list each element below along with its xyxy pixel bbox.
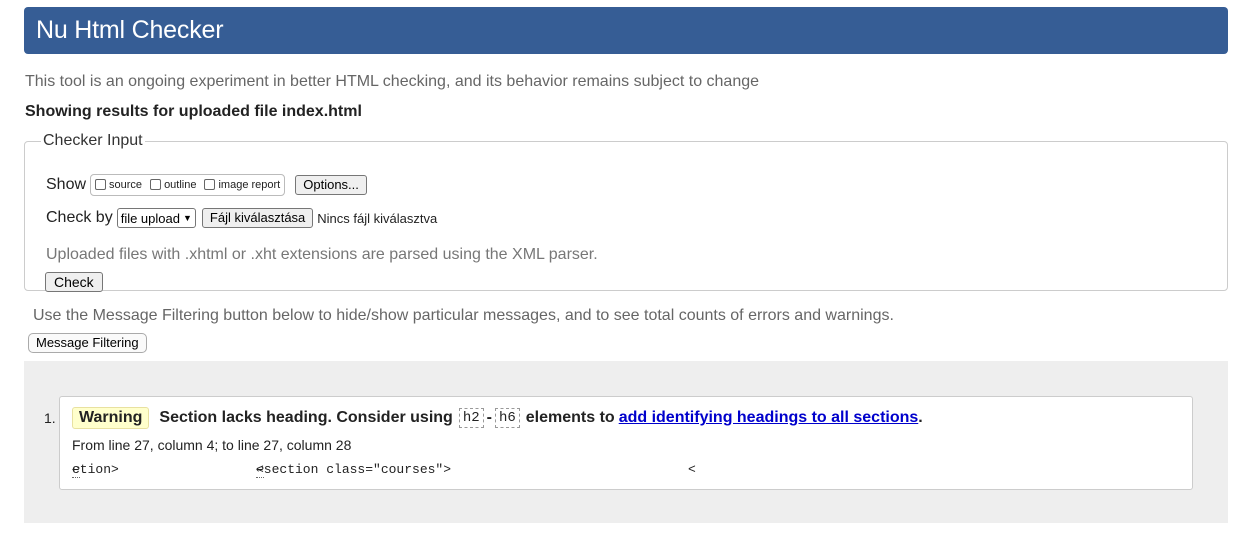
image-report-checkbox[interactable] xyxy=(204,178,216,190)
message-item: Warning Section lacks heading. Consider … xyxy=(59,396,1193,490)
message-text: Warning Section lacks heading. Consider … xyxy=(72,407,923,429)
return-icon: ↩ xyxy=(256,462,264,478)
element-dash: - xyxy=(486,409,492,426)
headings-help-link[interactable]: add identifying headings to all sections xyxy=(619,409,919,427)
results-panel: 1. Warning Section lacks heading. Consid… xyxy=(24,361,1228,523)
show-source-option[interactable]: source xyxy=(95,178,143,191)
message-text-after: elements to xyxy=(525,409,615,426)
code-extract: ction> ↩ <section class="courses"> ↩ < xyxy=(72,462,1172,482)
show-row: Show source outline image report Options… xyxy=(46,174,367,196)
show-label: Show xyxy=(46,176,87,193)
showing-results-heading: Showing results for uploaded file index.… xyxy=(25,103,362,120)
check-by-row: Check by file upload ▼ Fájl kiválasztása… xyxy=(46,208,437,228)
filter-note: Use the Message Filtering button below t… xyxy=(33,307,894,324)
choose-file-button[interactable]: Fájl kiválasztása xyxy=(201,208,314,228)
page-title: Nu Html Checker xyxy=(36,16,224,44)
chevron-down-icon: ▼ xyxy=(182,213,192,223)
outline-checkbox[interactable] xyxy=(150,178,162,190)
message-period: . xyxy=(918,409,923,426)
page-header: Nu Html Checker xyxy=(24,7,1228,54)
show-image-report-option[interactable]: image report xyxy=(204,178,281,191)
element-h2: h2 xyxy=(458,408,484,428)
check-by-select[interactable]: file upload ▼ xyxy=(116,208,196,228)
show-options-group: source outline image report xyxy=(90,174,286,196)
extract-highlight: <section class="courses"> xyxy=(256,462,452,477)
checker-input-fieldset: Checker Input Show source outline image … xyxy=(24,132,1228,292)
options-button[interactable]: Options... xyxy=(295,175,367,195)
check-by-selected-value: file upload xyxy=(120,210,180,226)
return-icon: ↩ xyxy=(72,462,80,478)
tagline: This tool is an ongoing experiment in be… xyxy=(25,73,760,90)
message-number: 1. xyxy=(44,410,56,426)
check-by-label: Check by xyxy=(46,209,113,226)
outline-label: outline xyxy=(164,179,197,191)
checker-input-legend: Checker Input xyxy=(43,132,143,149)
element-h6: h6 xyxy=(494,408,520,428)
message-text-before: Section lacks heading. Consider using xyxy=(159,409,453,426)
image-report-label: image report xyxy=(218,179,281,191)
file-status: Nincs fájl kiválasztva xyxy=(317,210,438,226)
extract-after: < xyxy=(688,462,696,477)
message-location: From line 27, column 4; to line 27, colu… xyxy=(72,437,352,453)
source-label: source xyxy=(109,179,143,191)
xml-parser-note: Uploaded files with .xhtml or .xht exten… xyxy=(46,246,598,263)
show-outline-option[interactable]: outline xyxy=(150,178,197,191)
warning-badge: Warning xyxy=(72,407,150,429)
source-checkbox[interactable] xyxy=(95,178,107,190)
check-button[interactable]: Check xyxy=(45,272,103,292)
message-filtering-button[interactable]: Message Filtering xyxy=(28,333,147,353)
